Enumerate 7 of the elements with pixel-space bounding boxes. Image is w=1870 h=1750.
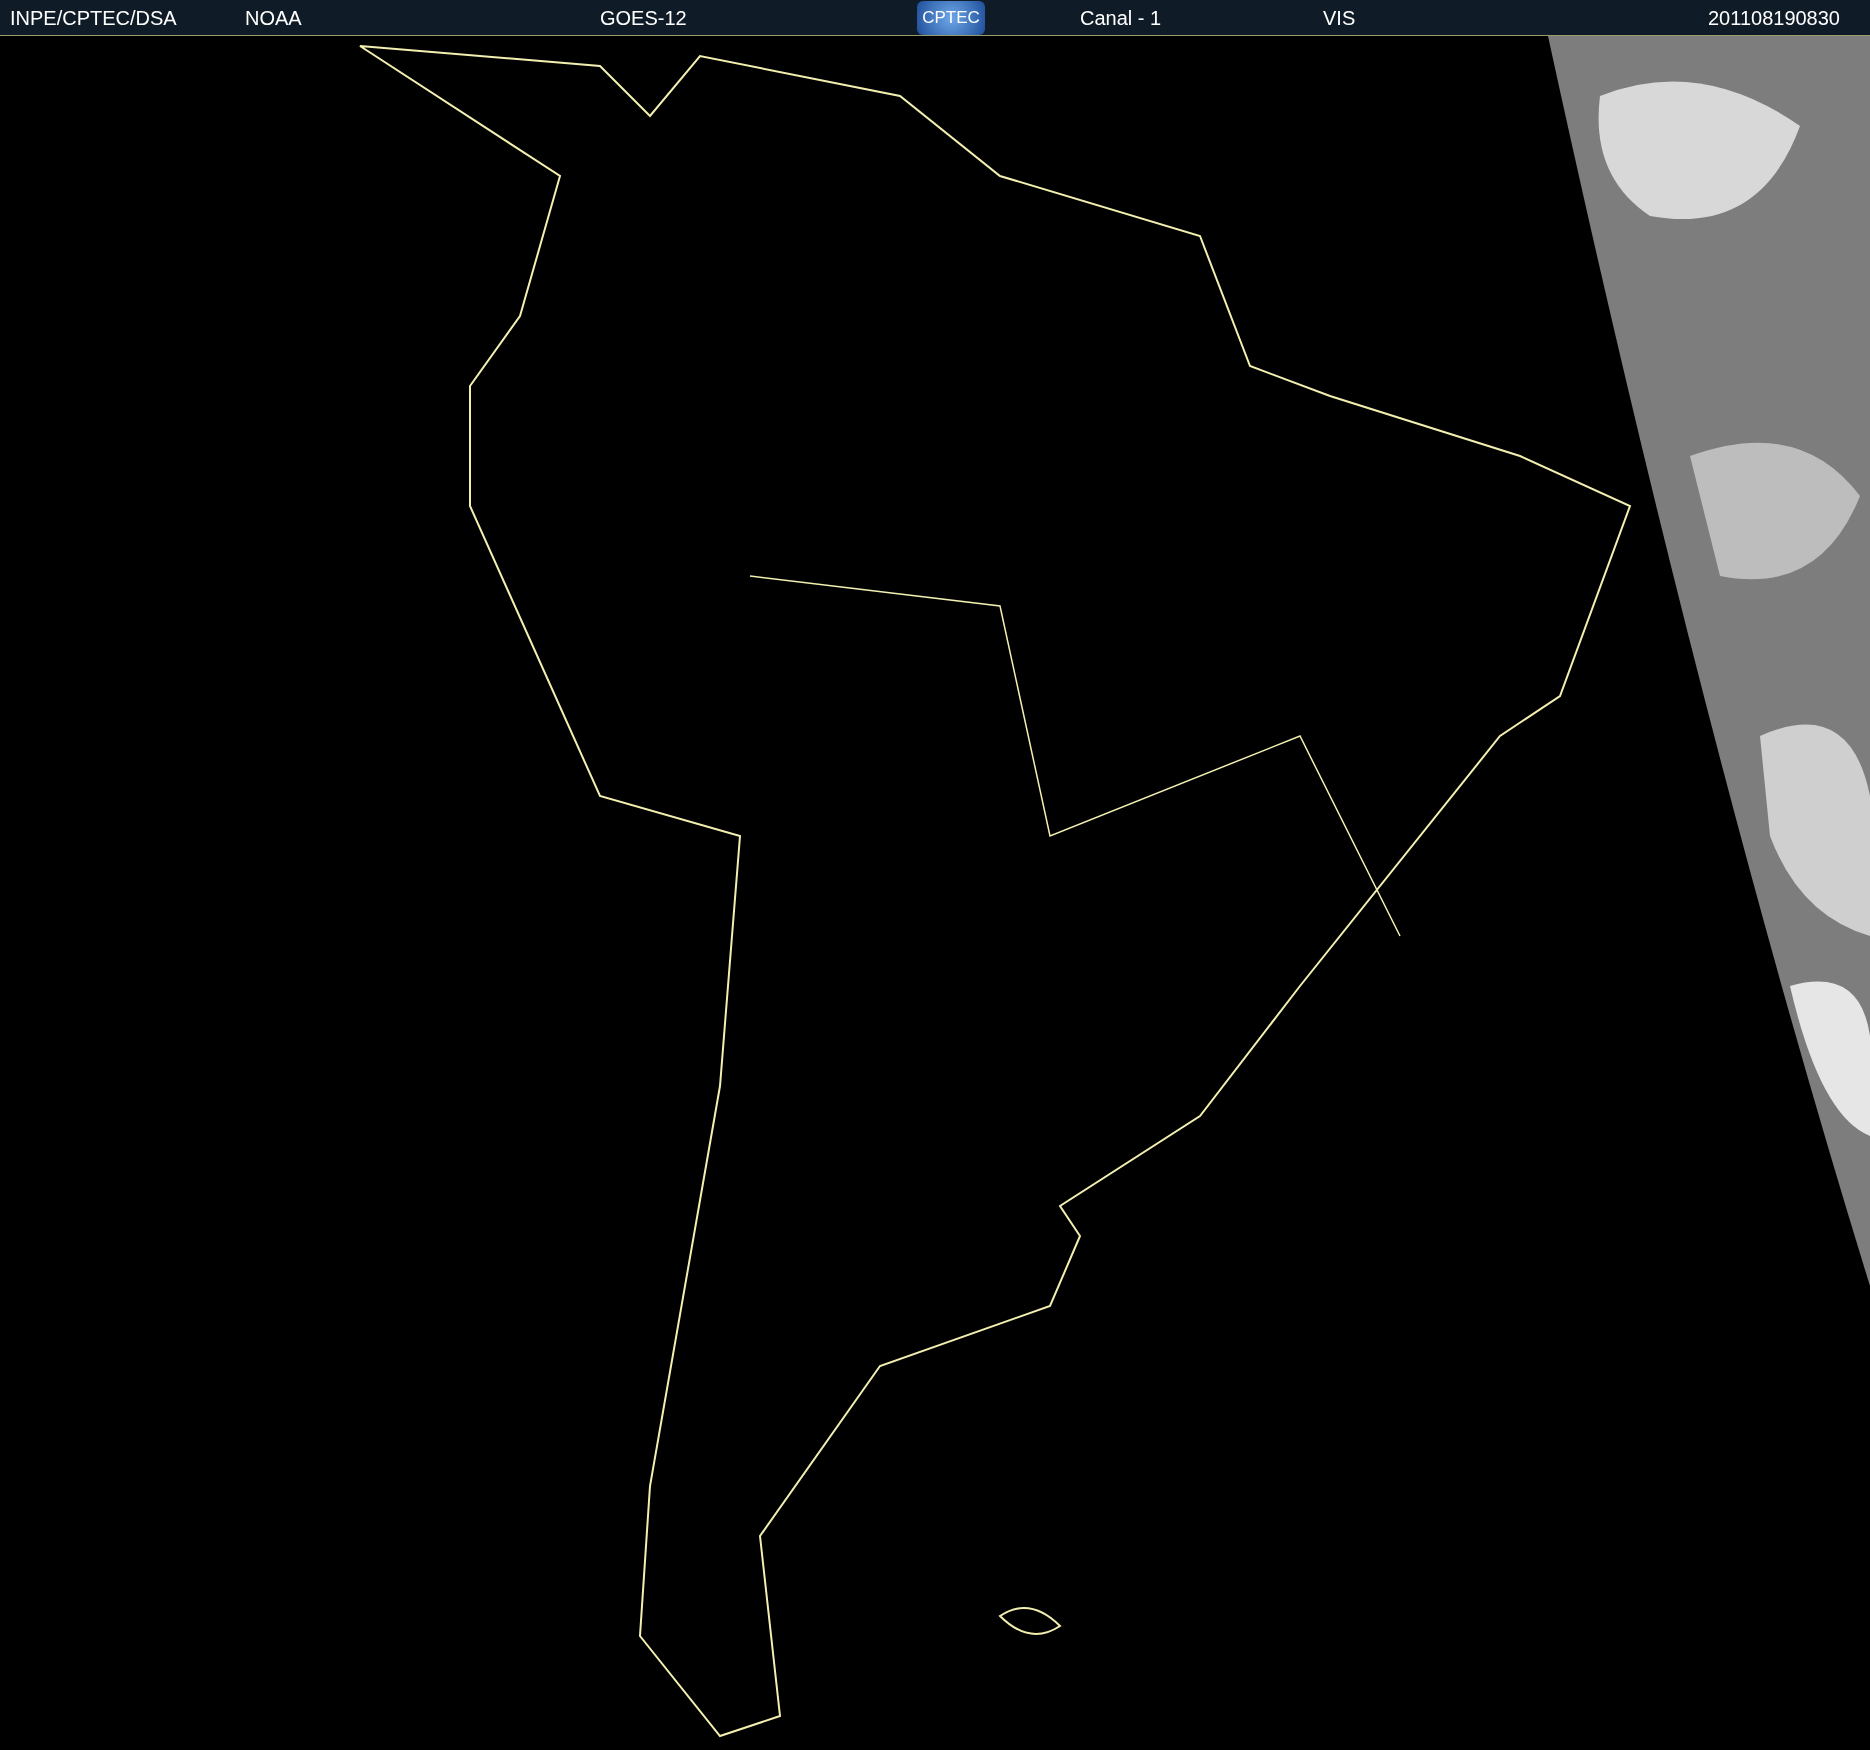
channel-label: Canal - 1 (1080, 6, 1162, 29)
agency-label: NOAA (245, 6, 302, 29)
band-label: VIS (1323, 6, 1356, 29)
source-label: INPE/CPTEC/DSA (10, 6, 177, 29)
satellite-label: GOES-12 (600, 6, 687, 29)
logo: CPTEC (917, 0, 985, 35)
timestamp-label: 201108190830 (1708, 6, 1840, 29)
